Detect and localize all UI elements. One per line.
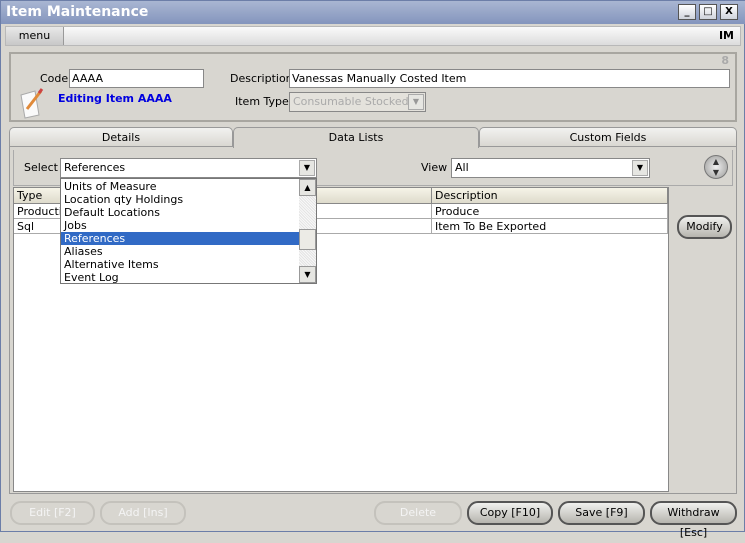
window-title: Item Maintenance xyxy=(6,4,149,20)
close-button[interactable]: X xyxy=(720,4,738,20)
column-header-description[interactable]: Description xyxy=(432,188,668,204)
modify-button[interactable]: Modify xyxy=(677,215,732,239)
option-event-log[interactable]: Event Log xyxy=(61,271,299,284)
table-cell[interactable]: Produce xyxy=(432,204,668,219)
minimize-button[interactable]: _ xyxy=(678,4,696,20)
item-type-select: Consumable Stocked ▼ xyxy=(289,92,426,112)
description-input[interactable] xyxy=(289,69,730,88)
menu-bar: menu IM xyxy=(5,26,741,46)
dropdown-scrollbar[interactable]: ▲ ▼ xyxy=(299,179,316,283)
maximize-button[interactable]: □ xyxy=(699,4,717,20)
item-type-label: Item Type xyxy=(235,95,289,108)
option-jobs[interactable]: Jobs xyxy=(61,219,299,232)
option-default-locations[interactable]: Default Locations xyxy=(61,206,299,219)
code-label: Code xyxy=(40,72,69,85)
table-cell[interactable]: Sql xyxy=(14,219,61,234)
table-cell[interactable]: Item To Be Exported xyxy=(432,219,668,234)
option-location-qty-holdings[interactable]: Location qty Holdings xyxy=(61,193,299,206)
scrollbar-thumb[interactable] xyxy=(299,229,316,250)
title-bar: Item Maintenance xyxy=(1,1,745,24)
tab-data-lists[interactable]: Data Lists xyxy=(233,127,479,148)
item-maintenance-window: Item Maintenance _ □ X menu IM 8 Code Ed… xyxy=(0,0,745,539)
copy-button[interactable]: Copy [F10] xyxy=(467,501,553,525)
select-value: References xyxy=(64,161,126,174)
table-cell[interactable]: Productio xyxy=(14,204,61,219)
item-type-value: Consumable Stocked xyxy=(293,95,409,108)
scroll-down-arrow-icon[interactable]: ▼ xyxy=(299,266,316,283)
withdraw-button[interactable]: Withdraw [Esc] xyxy=(650,501,737,539)
tab-details[interactable]: Details xyxy=(9,127,233,147)
select-label: Select xyxy=(24,161,58,174)
code-input[interactable] xyxy=(69,69,204,88)
view-combo[interactable]: All ▼ xyxy=(451,158,650,178)
save-button[interactable]: Save [F9] xyxy=(558,501,645,525)
scroll-up-down-button[interactable]: ▲ ▼ xyxy=(704,155,728,179)
option-aliases[interactable]: Aliases xyxy=(61,245,299,258)
select-dropdown-list[interactable]: Units of Measure Location qty Holdings D… xyxy=(60,178,317,284)
view-label: View xyxy=(421,161,448,174)
view-value: All xyxy=(455,161,469,174)
column-header-type[interactable]: Type xyxy=(14,188,61,204)
corner-number: 8 xyxy=(721,54,729,67)
item-header-panel: 8 Code Editing Item AAAA Description Ite… xyxy=(9,52,737,122)
option-references[interactable]: References xyxy=(61,232,299,245)
add-button[interactable]: Add [Ins] xyxy=(100,501,186,525)
edit-button[interactable]: Edit [F2] xyxy=(10,501,95,525)
option-alternative-items[interactable]: Alternative Items xyxy=(61,258,299,271)
chevron-down-icon[interactable]: ▼ xyxy=(299,160,315,176)
module-code: IM xyxy=(718,29,734,42)
chevron-down-icon[interactable]: ▼ xyxy=(632,160,648,176)
delete-button[interactable]: Delete xyxy=(374,501,462,525)
scroll-up-arrow-icon[interactable]: ▲ xyxy=(299,179,316,196)
notepad-pencil-icon xyxy=(17,87,45,119)
chevron-down-icon: ▼ xyxy=(408,94,424,110)
option-units-of-measure[interactable]: Units of Measure xyxy=(61,180,299,193)
description-label: Description xyxy=(230,72,293,85)
menu-button[interactable]: menu xyxy=(6,27,64,45)
editing-status: Editing Item AAAA xyxy=(58,92,172,105)
tab-custom-fields[interactable]: Custom Fields xyxy=(479,127,737,147)
select-combo[interactable]: References ▼ xyxy=(60,158,317,178)
